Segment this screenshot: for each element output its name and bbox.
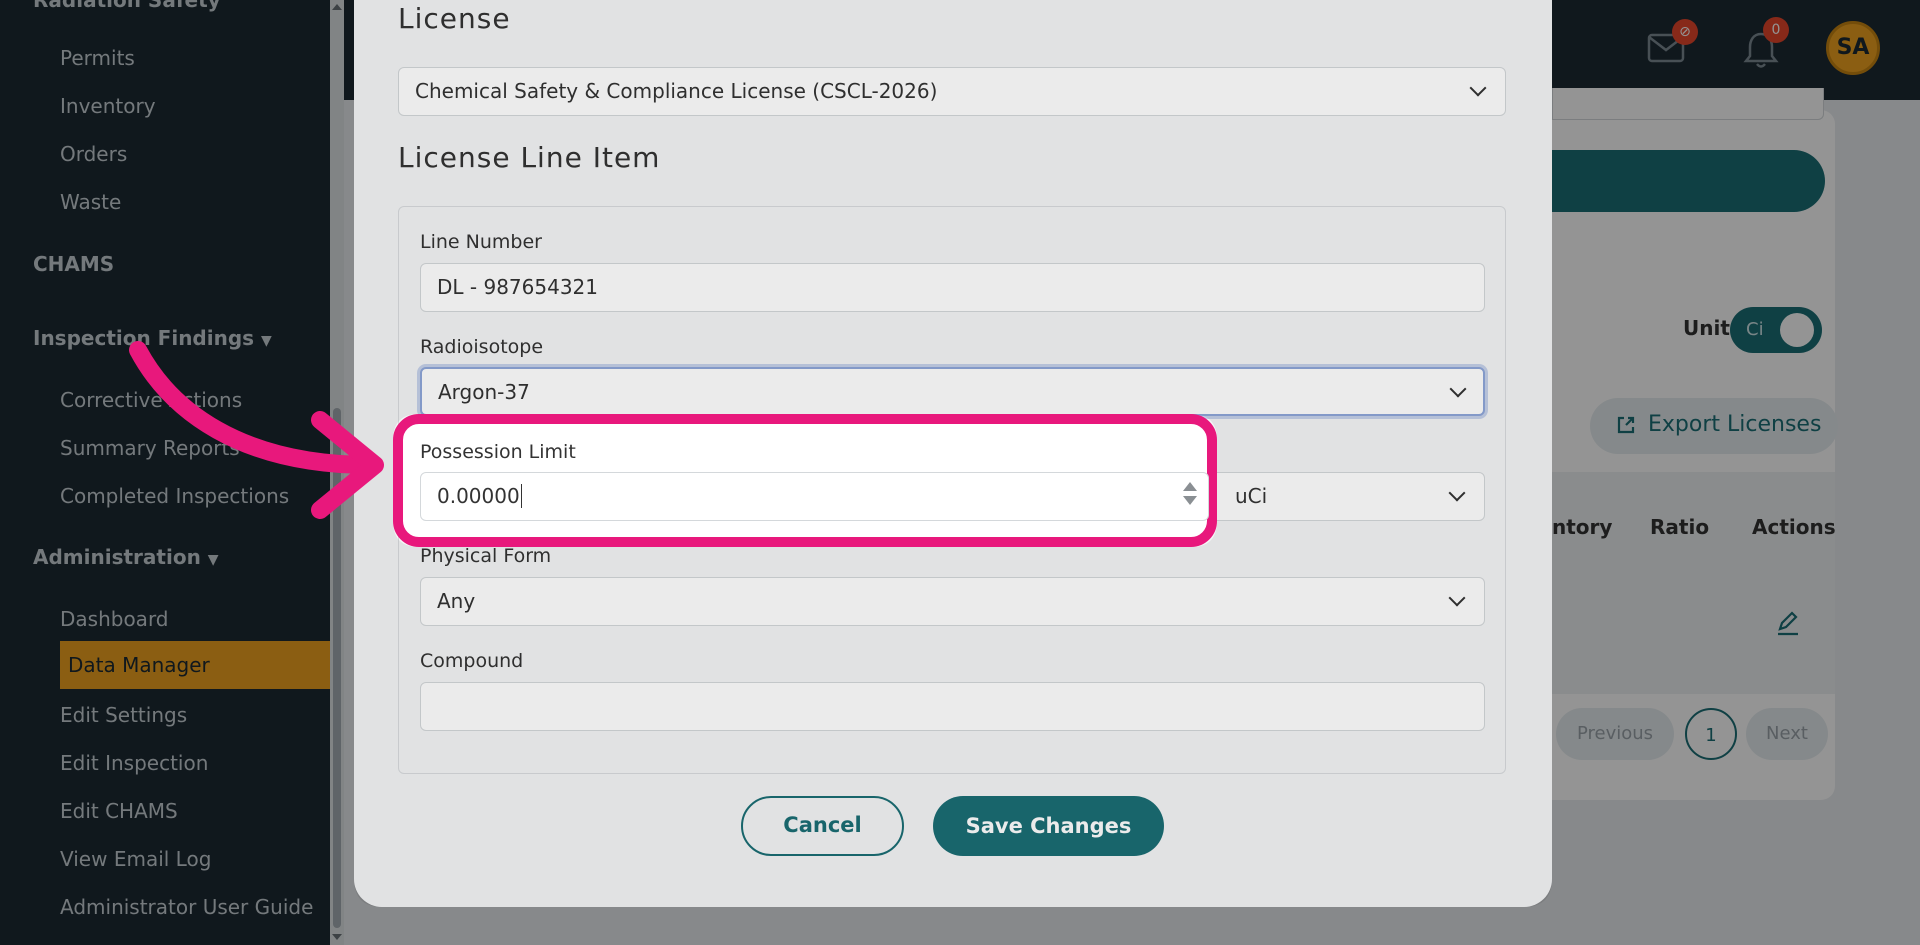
callout-arrow-icon [129, 341, 384, 519]
